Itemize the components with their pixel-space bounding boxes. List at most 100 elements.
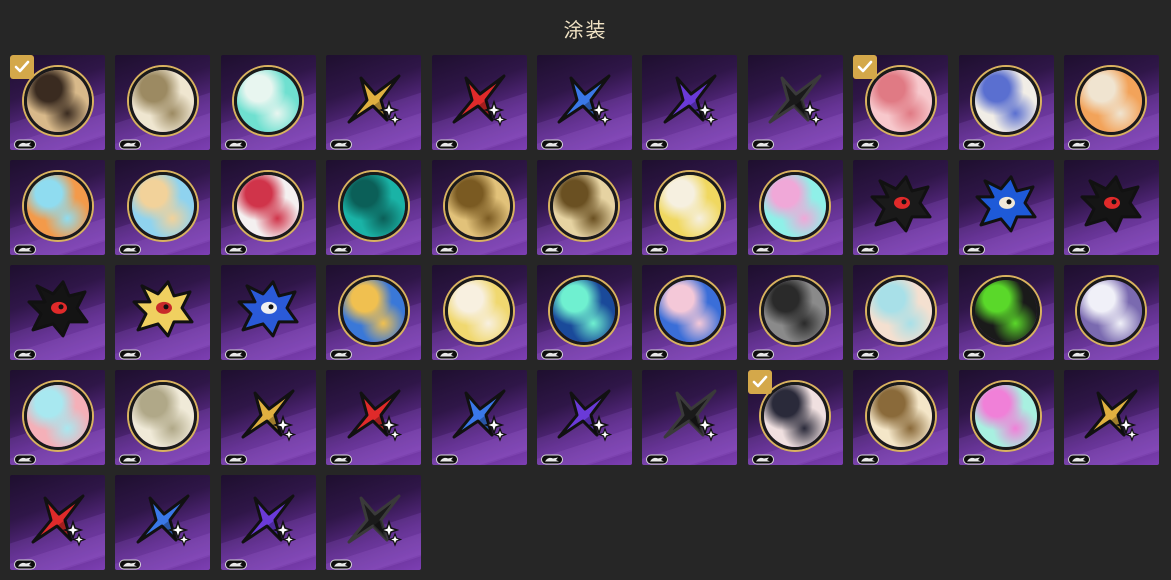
teal-sphere-icon — [234, 66, 303, 135]
livery-tile[interactable] — [642, 55, 738, 150]
pastel-bubble-icon — [761, 171, 830, 240]
blue-star-sparkle-icon — [551, 68, 617, 134]
livery-tile[interactable] — [326, 370, 422, 465]
livery-tile[interactable] — [431, 370, 527, 465]
pale-blue-creature-icon — [866, 276, 935, 345]
car-badge-icon — [14, 345, 36, 360]
livery-tile[interactable] — [853, 160, 949, 255]
pastel-creature-icon — [23, 381, 92, 450]
livery-tile[interactable] — [536, 160, 632, 255]
livery-tile[interactable] — [115, 265, 211, 360]
livery-tile[interactable] — [10, 475, 105, 570]
selected-check-icon — [853, 55, 878, 79]
car-badge-icon — [646, 450, 669, 465]
livery-tile[interactable] — [536, 55, 632, 150]
livery-tile[interactable] — [536, 370, 632, 465]
car-badge-icon — [540, 345, 563, 360]
yellow-anime-character-icon — [655, 171, 724, 240]
livery-tile[interactable] — [642, 370, 738, 465]
livery-tile[interactable] — [747, 55, 843, 150]
car-badge-icon — [119, 345, 142, 360]
livery-tile[interactable] — [220, 160, 316, 255]
car-badge-icon — [435, 450, 458, 465]
livery-tile[interactable] — [747, 265, 843, 360]
livery-tile[interactable] — [115, 370, 211, 465]
teal-triangle-emblem-icon — [339, 171, 408, 240]
purple-crest-emblem-icon — [1077, 276, 1146, 345]
livery-tile[interactable] — [958, 160, 1054, 255]
livery-tile[interactable] — [326, 475, 422, 570]
livery-tile[interactable] — [853, 265, 949, 360]
black-star-sparkle-icon — [762, 68, 828, 134]
car-badge-icon — [540, 450, 563, 465]
car-badge-icon — [962, 450, 985, 465]
livery-tile[interactable] — [220, 265, 316, 360]
livery-tile[interactable] — [326, 55, 422, 150]
pink-cat-icon — [972, 381, 1041, 450]
black-cat-mascot-icon — [1076, 170, 1146, 240]
livery-tile[interactable] — [747, 370, 843, 465]
livery-tile[interactable] — [1063, 160, 1159, 255]
livery-tile[interactable] — [220, 55, 316, 150]
livery-tile[interactable] — [10, 160, 105, 255]
black-star-sparkle-icon — [657, 383, 723, 449]
car-badge-icon — [962, 345, 985, 360]
livery-tile[interactable] — [853, 55, 949, 150]
livery-tile[interactable] — [958, 265, 1054, 360]
car-badge-icon — [14, 240, 36, 255]
car-badge-icon — [435, 240, 458, 255]
livery-tile[interactable] — [747, 160, 843, 255]
livery-tile[interactable] — [642, 265, 738, 360]
cyan-crystal-icon — [23, 171, 92, 240]
car-badge-icon — [435, 135, 458, 150]
livery-tile[interactable] — [1063, 265, 1159, 360]
car-badge-icon — [330, 240, 353, 255]
dark-hero-silhouette-icon — [23, 275, 93, 345]
livery-tile[interactable] — [220, 475, 316, 570]
car-badge-icon — [751, 345, 774, 360]
livery-tile[interactable] — [115, 55, 211, 150]
livery-tile[interactable] — [220, 370, 316, 465]
livery-tile[interactable] — [10, 55, 105, 150]
car-badge-icon — [751, 450, 774, 465]
cartoon-cow-icon — [445, 276, 514, 345]
livery-tile[interactable] — [958, 55, 1054, 150]
livery-tile[interactable] — [431, 160, 527, 255]
purple-star-sparkle-icon — [235, 488, 301, 554]
car-badge-icon — [14, 555, 36, 570]
livery-tile[interactable] — [1063, 55, 1159, 150]
car-badge-icon — [857, 450, 880, 465]
car-badge-icon — [330, 450, 353, 465]
blonde-hero-profile-icon — [128, 275, 198, 345]
livery-tile[interactable] — [958, 370, 1054, 465]
car-badge-icon — [1067, 345, 1090, 360]
livery-tile[interactable] — [536, 265, 632, 360]
car-badge-icon — [224, 345, 247, 360]
selected-check-icon — [747, 370, 772, 394]
livery-tile[interactable] — [326, 160, 422, 255]
white-cube-creature-icon — [128, 381, 197, 450]
car-badge-icon — [857, 345, 880, 360]
selected-check-icon — [10, 55, 34, 79]
livery-tile[interactable] — [10, 370, 105, 465]
livery-tile[interactable] — [10, 265, 105, 360]
livery-tile[interactable] — [431, 55, 527, 150]
red-star-sparkle-icon — [341, 383, 407, 449]
livery-tile[interactable] — [1063, 370, 1159, 465]
blonde-anime-character-icon — [128, 171, 197, 240]
livery-tile[interactable] — [431, 265, 527, 360]
livery-tile[interactable] — [642, 160, 738, 255]
black-star-sparkle-icon — [341, 488, 407, 554]
livery-tile[interactable] — [115, 160, 211, 255]
blue-star-sparkle-icon — [130, 488, 196, 554]
car-badge-icon — [119, 135, 142, 150]
car-badge-icon — [330, 345, 353, 360]
pink-hair-chibi-icon — [655, 276, 724, 345]
livery-tile[interactable] — [115, 475, 211, 570]
car-badge-icon — [646, 240, 669, 255]
livery-tile[interactable] — [853, 370, 949, 465]
car-badge-icon — [119, 555, 142, 570]
car-badge-icon — [14, 135, 36, 150]
car-badge-icon — [540, 240, 563, 255]
livery-tile[interactable] — [326, 265, 422, 360]
